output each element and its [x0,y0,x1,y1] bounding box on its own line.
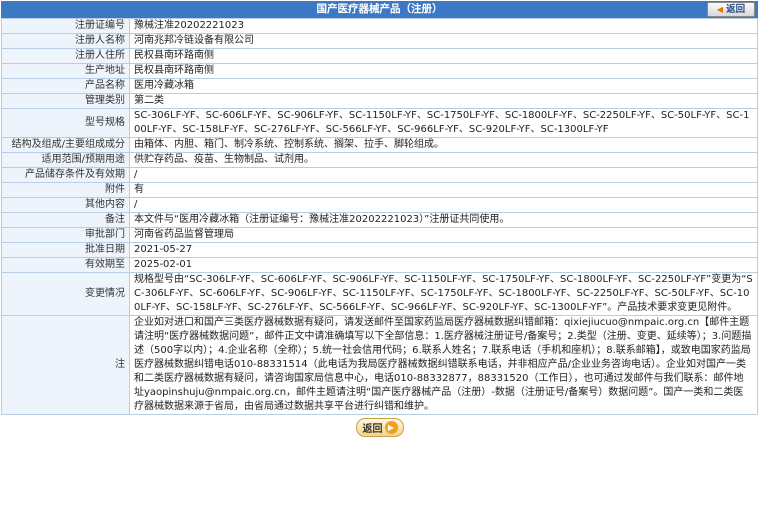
field-label: 产品名称 [1,78,130,94]
table-row: 生产地址 民权县南环路南侧 [1,63,758,79]
table-row: 产品储存条件及有效期 / [1,167,758,183]
field-label: 备注 [1,212,130,228]
field-value: / [129,197,758,213]
field-label: 其他内容 [1,197,130,213]
field-value: 豫械注准20202221023 [129,18,758,34]
table-row: 型号规格 SC-306LF-YF、SC-606LF-YF、SC-906LF-YF、… [1,108,758,138]
table-row: 注册证编号 豫械注准20202221023 [1,18,758,34]
field-value: 本文件与“医用冷藏冰箱（注册证编号：豫械注准20202221023）”注册证共同… [129,212,758,228]
table-row: 结构及组成/主要组成成分 由箱体、内胆、箱门、制冷系统、控制系统、搁架、拉手、脚轮… [1,137,758,153]
field-label: 注 [1,315,130,415]
field-label: 审批部门 [1,227,130,243]
arrow-right-circle-icon: ▶ [384,421,398,434]
field-value: 第二类 [129,93,758,109]
field-label: 生产地址 [1,63,130,79]
table-row: 注册人名称 河南兆邦冷链设备有限公司 [1,33,758,49]
page-title-bar: 国产医疗器械产品（注册） ◀ 返回 [1,1,758,18]
field-value: 企业如对进口和国产三类医疗器械数据有疑问，请发送邮件至国家药监局医疗器械数据纠错… [129,315,758,415]
field-value: 河南兆邦冷链设备有限公司 [129,33,758,49]
field-value: 有 [129,182,758,198]
field-label: 型号规格 [1,108,130,138]
back-button-bottom[interactable]: 返回 ▶ [355,418,404,437]
field-label: 有效期至 [1,257,130,273]
field-label: 注册人名称 [1,33,130,49]
table-row: 管理类别 第二类 [1,93,758,109]
field-value: 医用冷藏冰箱 [129,78,758,94]
field-label: 注册证编号 [1,18,130,34]
page-title: 国产医疗器械产品（注册） [316,3,443,15]
field-label: 注册人住所 [1,48,130,64]
field-value: 2021-05-27 [129,242,758,258]
field-value: 供贮存药品、疫苗、生物制品、试剂用。 [129,152,758,168]
field-value: 2025-02-01 [129,257,758,273]
field-value: 规格型号由“SC-306LF-YF、SC-606LF-YF、SC-906LF-Y… [129,272,758,316]
field-label: 附件 [1,182,130,198]
field-label: 管理类别 [1,93,130,109]
table-row: 变更情况 规格型号由“SC-306LF-YF、SC-606LF-YF、SC-906… [1,272,758,316]
field-value: / [129,167,758,183]
table-row: 产品名称 医用冷藏冰箱 [1,78,758,94]
field-label: 结构及组成/主要组成成分 [1,137,130,153]
table-row: 附件有 [1,182,758,198]
arrow-left-icon: ◀ [716,5,724,14]
back-button-top-label: 返回 [726,4,746,15]
field-value: SC-306LF-YF、SC-606LF-YF、SC-906LF-YF、SC-1… [129,108,758,138]
table-row: 批准日期 2021-05-27 [1,242,758,258]
detail-table: 注册证编号 豫械注准20202221023 注册人名称 河南兆邦冷链设备有限公司 注册人… [1,18,758,415]
field-value: 由箱体、内胆、箱门、制冷系统、控制系统、搁架、拉手、脚轮组成。 [129,137,758,153]
table-row: 有效期至 2025-02-01 [1,257,758,273]
table-row: 适用范围/预期用途 供贮存药品、疫苗、生物制品、试剂用。 [1,152,758,168]
back-button-bottom-label: 返回 [362,424,383,435]
table-row: 注企业如对进口和国产三类医疗器械数据有疑问，请发送邮件至国家药监局医疗器械数据纠… [1,315,758,415]
table-row: 审批部门 河南省药品监督管理局 [1,227,758,243]
footer: 返回 ▶ [0,418,759,437]
field-value: 民权县南环路南侧 [129,48,758,64]
field-value: 民权县南环路南侧 [129,63,758,79]
back-button-top[interactable]: ◀ 返回 [707,2,755,17]
table-row: 备注 本文件与“医用冷藏冰箱（注册证编号：豫械注准20202221023）”注册证… [1,212,758,228]
field-label: 产品储存条件及有效期 [1,167,130,183]
field-label: 适用范围/预期用途 [1,152,130,168]
table-row: 注册人住所 民权县南环路南侧 [1,48,758,64]
field-value: 河南省药品监督管理局 [129,227,758,243]
field-label: 变更情况 [1,272,130,316]
field-label: 批准日期 [1,242,130,258]
table-row: 其他内容 / [1,197,758,213]
